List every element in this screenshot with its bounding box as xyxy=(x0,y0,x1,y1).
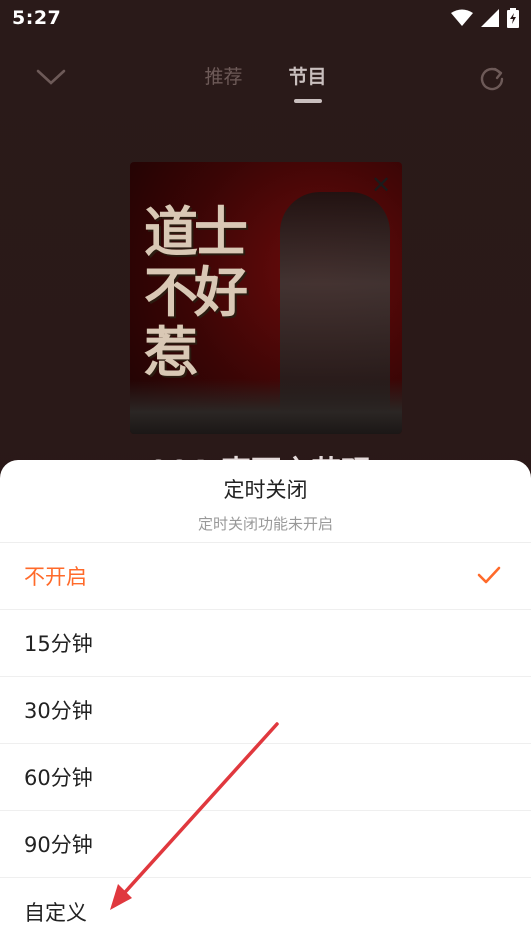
status-bar: 5:27 xyxy=(0,0,531,36)
tab-recommend[interactable]: 推荐 xyxy=(204,62,242,103)
player-tabs: 推荐 节目 xyxy=(0,62,531,103)
option-label: 90分钟 xyxy=(24,833,93,857)
option-label: 自定义 xyxy=(24,900,87,925)
option-30-minutes[interactable]: 30分钟 xyxy=(0,677,531,744)
option-15-minutes[interactable]: 15分钟 xyxy=(0,610,531,677)
album-cover[interactable]: 道士不好惹 ✕ xyxy=(130,162,402,434)
sheet-subtitle: 定时关闭功能未开启 xyxy=(197,515,333,533)
sheet-header: 定时关闭 定时关闭功能未开启 xyxy=(0,460,531,543)
status-icons xyxy=(451,8,519,28)
close-icon: ✕ xyxy=(370,171,392,199)
sleep-timer-sheet: 定时关闭 定时关闭功能未开启 不开启 15分钟 30分钟 60分钟 90分钟 自… xyxy=(0,460,531,944)
wifi-icon xyxy=(451,9,473,27)
option-off[interactable]: 不开启 xyxy=(0,543,531,610)
cover-title-art: 道士不好惹 xyxy=(144,200,248,384)
battery-charging-icon xyxy=(507,8,519,28)
player-header: 推荐 节目 xyxy=(0,50,531,110)
cover-ground xyxy=(130,379,402,434)
cellular-signal-icon xyxy=(481,9,499,27)
option-label: 15分钟 xyxy=(24,632,93,656)
checkmark-icon xyxy=(477,565,501,589)
option-90-minutes[interactable]: 90分钟 xyxy=(0,811,531,878)
player-screen: 5:27 推荐 节目 道士不好惹 ✕ 定时关闭 定时关闭功能未开启 不开启 15… xyxy=(0,0,531,944)
sheet-title: 定时关闭 xyxy=(223,478,308,502)
option-60-minutes[interactable]: 60分钟 xyxy=(0,744,531,811)
tab-program[interactable]: 节目 xyxy=(289,62,327,103)
status-time: 5:27 xyxy=(12,7,62,29)
refresh-icon xyxy=(478,65,506,97)
option-label: 30分钟 xyxy=(24,699,93,723)
option-label: 60分钟 xyxy=(24,766,93,790)
option-custom[interactable]: 自定义 xyxy=(0,878,531,944)
refresh-button[interactable] xyxy=(475,64,509,98)
option-label: 不开启 xyxy=(24,565,87,589)
